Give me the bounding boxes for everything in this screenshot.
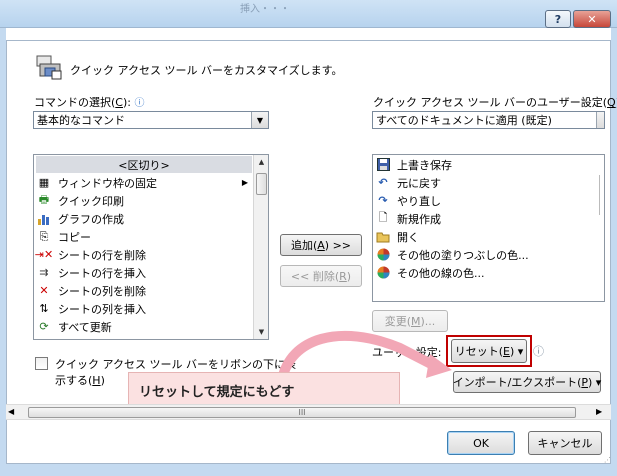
cancel-button[interactable]: キャンセル (528, 431, 602, 455)
scroll-up-icon[interactable]: ▲ (254, 155, 268, 169)
insert-row-icon: ⇉ (39, 266, 49, 279)
list-item[interactable]: グラフの作成 (36, 210, 124, 227)
list-item[interactable]: <区切り> (36, 156, 252, 173)
show-below-ribbon-label-line2: 示する(H) (55, 374, 105, 387)
list-item[interactable]: ↷ やり直し (375, 192, 441, 209)
close-button[interactable]: ✕ (573, 10, 611, 28)
list-item[interactable]: ⇅ シートの列を挿入 (36, 300, 146, 317)
redo-icon: ↷ (378, 194, 388, 207)
add-button[interactable]: 追加(A) >> (280, 234, 362, 256)
list-item[interactable]: ✕ シートの列を削除 (36, 282, 146, 299)
list-item[interactable]: 上書き保存 (375, 156, 452, 173)
chevron-down-icon[interactable]: ▼ (251, 112, 268, 128)
scroll-down-icon[interactable]: ▼ (254, 325, 268, 339)
list-edge (599, 175, 600, 215)
customize-scope-combo[interactable]: すべてのドキュメントに適用 (既定) (372, 111, 605, 129)
qat-customize-icon (36, 55, 62, 80)
list-item[interactable]: ↶ 元に戻す (375, 174, 441, 191)
chevron-down-icon[interactable] (596, 112, 604, 128)
combo-value: すべてのドキュメントに適用 (既定) (376, 114, 552, 127)
submenu-arrow-icon: ▶ (241, 178, 248, 187)
scroll-thumb[interactable] (256, 173, 267, 195)
list-item[interactable]: ⎘ コピー (36, 228, 91, 245)
show-below-ribbon-checkbox[interactable] (35, 357, 48, 370)
commands-list-scrollbar[interactable]: ▲ ▼ (253, 155, 268, 339)
resize-grip-icon[interactable]: ⋰ (604, 456, 612, 464)
annotation-callout: リセットして規定にもどす (128, 372, 400, 408)
scroll-right-icon[interactable]: ▶ (596, 407, 602, 416)
list-item[interactable]: 🗋 新規作成 (375, 210, 441, 227)
info-icon: ⓘ (134, 98, 145, 109)
choose-commands-label: コマンドの選択(C): ⓘ (34, 96, 145, 109)
list-item[interactable]: ⇥✕ シートの行を削除 (34, 246, 146, 263)
header-text: クイック アクセス ツール バーをカスタマイズします。 (70, 64, 343, 77)
refresh-icon: ⟳ (39, 320, 49, 333)
copy-icon: ⎘ (39, 229, 49, 243)
customize-qat-label: クイック アクセス ツール バーのユーザー設定(Q): (373, 96, 617, 109)
info-icon: ⓘ (533, 345, 544, 358)
scroll-left-icon[interactable]: ◀ (8, 407, 14, 416)
help-button[interactable]: ? (545, 10, 571, 28)
list-item[interactable]: ▦ ウィンドウ枠の固定 ▶ (36, 174, 252, 191)
remove-button[interactable]: << 削除(R) (280, 265, 362, 287)
undo-icon: ↶ (378, 176, 388, 189)
fill-color-icon (375, 248, 391, 262)
ok-button[interactable]: OK (447, 431, 515, 455)
delete-row-icon: ⇥✕ (34, 248, 54, 261)
freeze-panes-icon: ▦ (38, 176, 50, 189)
list-item[interactable]: ⇉ シートの行を挿入 (36, 264, 146, 281)
save-icon (375, 158, 391, 172)
scroll-thumb[interactable]: III (28, 407, 576, 418)
show-below-ribbon-label-line1: クイック アクセス ツール バーをリボンの下に表 (55, 358, 296, 371)
choose-commands-combo[interactable]: 基本的なコマンド ▼ (33, 111, 269, 129)
dialog-title: 挿入・・・ (240, 4, 290, 15)
title-bar: 挿入・・・ (0, 0, 617, 28)
insert-col-icon: ⇅ (39, 302, 49, 315)
import-export-button[interactable]: インポート/エクスポート(P) ▾ (453, 371, 601, 393)
horizontal-scrollbar[interactable]: ◀ III ▶ (6, 404, 611, 420)
new-doc-icon: 🗋 (378, 211, 388, 224)
line-color-icon (375, 266, 391, 280)
list-item[interactable]: その他の線の色... (375, 264, 485, 281)
list-item[interactable]: 開く (375, 228, 419, 245)
chart-icon (36, 212, 52, 226)
list-item[interactable]: 🖶 クイック印刷 (36, 192, 124, 209)
delete-col-icon: ✕ (39, 284, 49, 297)
quick-print-icon: 🖶 (38, 193, 50, 206)
list-item[interactable]: ⟳ すべて更新 (36, 318, 111, 335)
window-border-bottom (0, 464, 617, 476)
qat-commands-list[interactable]: 上書き保存 ↶ 元に戻す ↷ やり直し 🗋 新規作成 開く その他の塗りつぶしの… (372, 154, 605, 302)
list-item[interactable]: その他の塗りつぶしの色... (375, 246, 529, 263)
combo-value: 基本的なコマンド (37, 114, 125, 127)
commands-list[interactable]: <区切り> ▦ ウィンドウ枠の固定 ▶ 🖶 クイック印刷 グラフの作成 ⎘ コピ… (33, 154, 269, 340)
open-folder-icon (375, 230, 391, 244)
